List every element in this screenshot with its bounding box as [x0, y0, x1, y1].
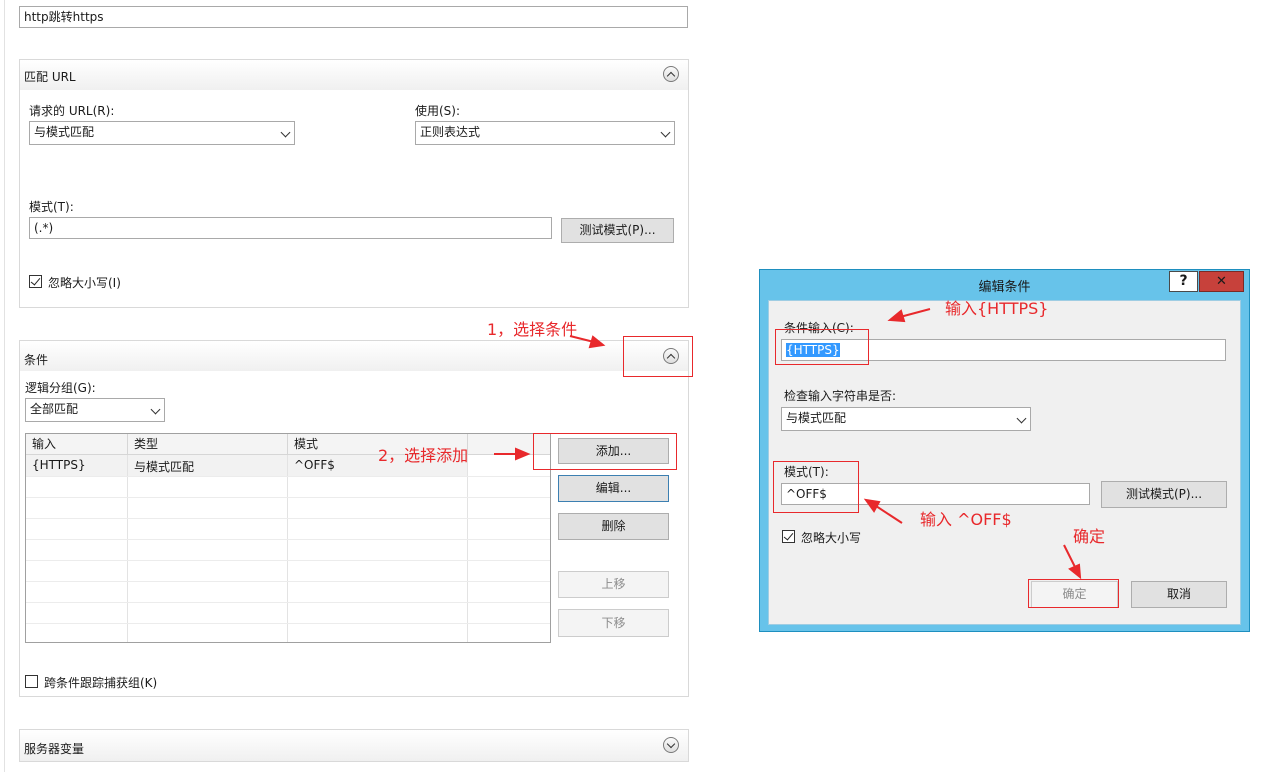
annotation-input-https: 输入{HTTPS} [945, 299, 1049, 318]
grid-line [26, 623, 550, 624]
grid-line [26, 476, 550, 477]
annotation-step1: 1，选择条件 [487, 320, 578, 339]
grid-line [26, 497, 550, 498]
left-border-line [4, 0, 5, 772]
match-url-header[interactable]: 匹配 URL [20, 60, 688, 90]
server-variables-header[interactable]: 服务器变量 [20, 730, 688, 761]
dialog-test-pattern-button[interactable]: 测试模式(P)... [1101, 481, 1227, 508]
using-dropdown[interactable]: 正则表达式 [415, 121, 675, 145]
logical-grouping-label: 逻辑分组(G): [25, 381, 96, 395]
annotation-box-add [533, 433, 677, 470]
chevron-down-icon [280, 127, 291, 138]
chevron-down-icon [660, 127, 671, 138]
rule-name-input[interactable]: http跳转https [19, 6, 688, 28]
grid-line [26, 560, 550, 561]
track-captures-checkbox[interactable] [25, 675, 38, 688]
row-pattern-cell: ^OFF$ [294, 458, 335, 472]
close-icon: ✕ [1216, 274, 1227, 289]
grid-line [26, 539, 550, 540]
check-if-dropdown[interactable]: 与模式匹配 [781, 407, 1031, 431]
dialog-ignore-case-label: 忽略大小写 [801, 531, 862, 545]
grid-line [467, 455, 468, 642]
server-variables-section: 服务器变量 [19, 729, 689, 762]
grid-line [127, 455, 128, 642]
row-input-cell: {HTTPS} [32, 458, 86, 472]
annotation-box-collapse [623, 336, 693, 377]
chevron-down-icon [150, 404, 161, 415]
annotation-box-ok [1028, 579, 1119, 608]
expand-server-variables-icon[interactable] [663, 737, 679, 753]
grid-line [26, 602, 550, 603]
conditions-header[interactable]: 条件 [20, 341, 688, 371]
edit-condition-button[interactable]: 编辑... [558, 475, 669, 502]
ignore-case-checkbox[interactable] [29, 275, 42, 288]
logical-grouping-dropdown[interactable]: 全部匹配 [25, 398, 165, 422]
column-header-input[interactable]: 输入 [26, 434, 128, 455]
row-type-cell: 与模式匹配 [134, 460, 195, 474]
using-value: 正则表达式 [420, 125, 481, 139]
ignore-case-label: 忽略大小写(I) [48, 276, 121, 290]
check-if-label: 检查输入字符串是否: [784, 389, 897, 403]
delete-condition-button[interactable]: 删除 [558, 513, 669, 540]
dialog-ignore-case-checkbox[interactable] [782, 530, 795, 543]
match-url-section: 匹配 URL 请求的 URL(R): 与模式匹配 使用(S): 正则表达式 模式… [19, 59, 689, 308]
move-up-button[interactable]: 上移 [558, 571, 669, 598]
pattern-input[interactable]: (.*) [29, 217, 552, 239]
dialog-cancel-button[interactable]: 取消 [1131, 581, 1227, 608]
track-captures-label: 跨条件跟踪捕获组(K) [44, 676, 158, 690]
check-if-value: 与模式匹配 [786, 411, 847, 425]
annotation-box-pattern [773, 461, 859, 513]
requested-url-value: 与模式匹配 [34, 125, 95, 139]
requested-url-label: 请求的 URL(R): [29, 104, 115, 118]
conditions-section: 条件 逻辑分组(G): 全部匹配 输入 类型 模式 {HTTPS} 与模式匹配 … [19, 340, 689, 697]
dialog-help-button[interactable]: ? [1169, 271, 1198, 292]
logical-grouping-value: 全部匹配 [30, 402, 79, 416]
annotation-input-off: 输入 ^OFF$ [920, 510, 1012, 529]
test-pattern-button[interactable]: 测试模式(P)... [561, 218, 674, 243]
match-url-title: 匹配 URL [24, 70, 76, 84]
move-down-button[interactable]: 下移 [558, 609, 669, 637]
pattern-label: 模式(T): [29, 200, 74, 214]
server-variables-title: 服务器变量 [24, 742, 85, 756]
conditions-title: 条件 [24, 353, 49, 367]
dialog-close-button[interactable]: ✕ [1199, 271, 1244, 292]
collapse-match-url-icon[interactable] [663, 66, 679, 82]
help-icon: ? [1179, 273, 1188, 289]
using-label: 使用(S): [415, 104, 461, 118]
chevron-down-icon [1016, 413, 1027, 424]
requested-url-dropdown[interactable]: 与模式匹配 [29, 121, 295, 145]
grid-line [26, 518, 550, 519]
column-header-type[interactable]: 类型 [128, 434, 288, 455]
grid-line [26, 581, 550, 582]
annotation-confirm: 确定 [1073, 527, 1106, 546]
grid-line [287, 455, 288, 642]
edit-condition-dialog: 编辑条件 ? ✕ 条件输入(C): {HTTPS} 检查输入字符串是否: 与模式… [759, 269, 1250, 632]
annotation-box-condition-input [775, 329, 869, 365]
conditions-grid[interactable]: 输入 类型 模式 {HTTPS} 与模式匹配 ^OFF$ [25, 433, 551, 643]
annotation-step2: 2，选择添加 [378, 446, 469, 465]
